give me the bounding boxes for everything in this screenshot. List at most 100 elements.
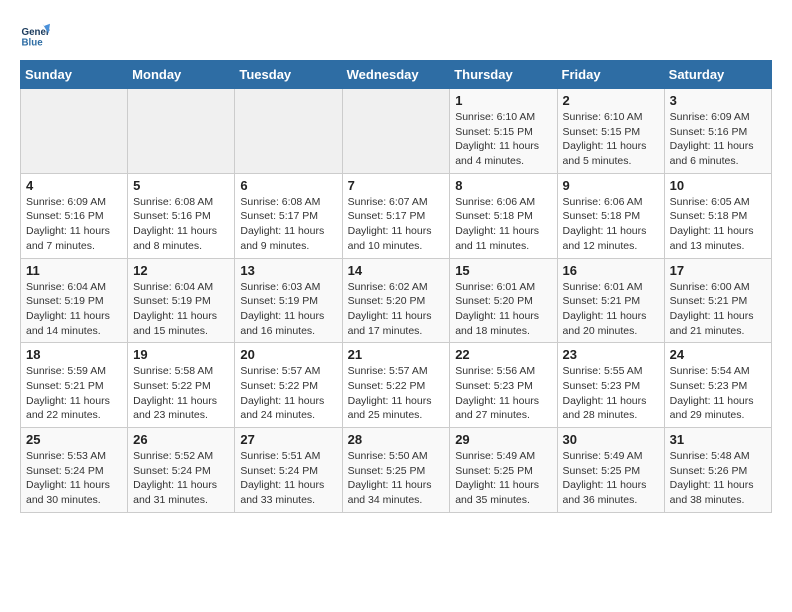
logo: General Blue bbox=[20, 20, 54, 50]
day-detail: Sunrise: 6:04 AM Sunset: 5:19 PM Dayligh… bbox=[133, 280, 229, 339]
day-detail: Sunrise: 5:49 AM Sunset: 5:25 PM Dayligh… bbox=[455, 449, 551, 508]
day-cell: 5Sunrise: 6:08 AM Sunset: 5:16 PM Daylig… bbox=[128, 173, 235, 258]
day-number: 2 bbox=[563, 93, 659, 108]
day-cell: 26 Sunrise: 5:52 AM Sunset: 5:24 PM Dayli… bbox=[128, 428, 235, 513]
day-cell: 10 Sunrise: 6:05 AM Sunset: 5:18 PM Dayli… bbox=[664, 173, 771, 258]
day-number: 9 bbox=[563, 178, 659, 193]
day-number: 25 bbox=[26, 432, 122, 447]
day-detail: Sunrise: 5:54 AM Sunset: 5:23 PM Dayligh… bbox=[670, 364, 766, 423]
day-detail: Sunrise: 5:50 AM Sunset: 5:25 PM Dayligh… bbox=[348, 449, 445, 508]
day-detail: Sunrise: 6:10 AM Sunset: 5:15 PM Dayligh… bbox=[455, 110, 551, 169]
day-detail: Sunrise: 6:03 AM Sunset: 5:19 PM Dayligh… bbox=[240, 280, 336, 339]
day-detail: Sunrise: 6:08 AM Sunset: 5:17 PM Dayligh… bbox=[240, 195, 336, 254]
page-header: General Blue bbox=[20, 20, 772, 50]
day-detail: Sunrise: 6:09 AM Sunset: 5:16 PM Dayligh… bbox=[670, 110, 766, 169]
day-cell: 21Sunrise: 5:57 AM Sunset: 5:22 PM Dayli… bbox=[342, 343, 450, 428]
header-cell-saturday: Saturday bbox=[664, 61, 771, 89]
day-number: 17 bbox=[670, 263, 766, 278]
day-number: 28 bbox=[348, 432, 445, 447]
day-number: 14 bbox=[348, 263, 445, 278]
day-detail: Sunrise: 5:51 AM Sunset: 5:24 PM Dayligh… bbox=[240, 449, 336, 508]
week-row-1: 1 Sunrise: 6:10 AM Sunset: 5:15 PM Daylig… bbox=[21, 89, 772, 174]
day-number: 27 bbox=[240, 432, 336, 447]
day-detail: Sunrise: 5:49 AM Sunset: 5:25 PM Dayligh… bbox=[563, 449, 659, 508]
day-cell: 16 Sunrise: 6:01 AM Sunset: 5:21 PM Dayli… bbox=[557, 258, 664, 343]
day-cell: 17 Sunrise: 6:00 AM Sunset: 5:21 PM Dayli… bbox=[664, 258, 771, 343]
day-number: 29 bbox=[455, 432, 551, 447]
week-row-4: 18 Sunrise: 5:59 AM Sunset: 5:21 PM Dayli… bbox=[21, 343, 772, 428]
header-cell-sunday: Sunday bbox=[21, 61, 128, 89]
day-cell: 3 Sunrise: 6:09 AM Sunset: 5:16 PM Daylig… bbox=[664, 89, 771, 174]
day-cell: 29 Sunrise: 5:49 AM Sunset: 5:25 PM Dayli… bbox=[450, 428, 557, 513]
day-detail: Sunrise: 6:01 AM Sunset: 5:21 PM Dayligh… bbox=[563, 280, 659, 339]
header-cell-tuesday: Tuesday bbox=[235, 61, 342, 89]
day-cell: 6 Sunrise: 6:08 AM Sunset: 5:17 PM Daylig… bbox=[235, 173, 342, 258]
day-detail: Sunrise: 6:06 AM Sunset: 5:18 PM Dayligh… bbox=[455, 195, 551, 254]
day-detail: Sunrise: 5:57 AM Sunset: 5:22 PM Dayligh… bbox=[348, 364, 445, 423]
day-number: 16 bbox=[563, 263, 659, 278]
day-cell bbox=[235, 89, 342, 174]
day-cell: 18 Sunrise: 5:59 AM Sunset: 5:21 PM Dayli… bbox=[21, 343, 128, 428]
day-number: 12 bbox=[133, 263, 229, 278]
day-cell: 4 Sunrise: 6:09 AM Sunset: 5:16 PM Daylig… bbox=[21, 173, 128, 258]
day-cell: 23Sunrise: 5:55 AM Sunset: 5:23 PM Dayli… bbox=[557, 343, 664, 428]
day-detail: Sunrise: 6:10 AM Sunset: 5:15 PM Dayligh… bbox=[563, 110, 659, 169]
day-detail: Sunrise: 5:53 AM Sunset: 5:24 PM Dayligh… bbox=[26, 449, 122, 508]
header-cell-monday: Monday bbox=[128, 61, 235, 89]
day-cell: 22Sunrise: 5:56 AM Sunset: 5:23 PM Dayli… bbox=[450, 343, 557, 428]
header-cell-friday: Friday bbox=[557, 61, 664, 89]
day-number: 7 bbox=[348, 178, 445, 193]
day-cell bbox=[21, 89, 128, 174]
day-cell bbox=[128, 89, 235, 174]
day-number: 18 bbox=[26, 347, 122, 362]
day-number: 31 bbox=[670, 432, 766, 447]
day-cell: 31Sunrise: 5:48 AM Sunset: 5:26 PM Dayli… bbox=[664, 428, 771, 513]
day-number: 20 bbox=[240, 347, 336, 362]
header-cell-thursday: Thursday bbox=[450, 61, 557, 89]
day-detail: Sunrise: 6:01 AM Sunset: 5:20 PM Dayligh… bbox=[455, 280, 551, 339]
day-number: 6 bbox=[240, 178, 336, 193]
header-row: SundayMondayTuesdayWednesdayThursdayFrid… bbox=[21, 61, 772, 89]
day-detail: Sunrise: 5:57 AM Sunset: 5:22 PM Dayligh… bbox=[240, 364, 336, 423]
day-cell: 8Sunrise: 6:06 AM Sunset: 5:18 PM Daylig… bbox=[450, 173, 557, 258]
day-number: 30 bbox=[563, 432, 659, 447]
svg-text:Blue: Blue bbox=[22, 38, 44, 49]
day-number: 15 bbox=[455, 263, 551, 278]
day-cell: 2 Sunrise: 6:10 AM Sunset: 5:15 PM Daylig… bbox=[557, 89, 664, 174]
day-detail: Sunrise: 6:02 AM Sunset: 5:20 PM Dayligh… bbox=[348, 280, 445, 339]
day-cell: 24 Sunrise: 5:54 AM Sunset: 5:23 PM Dayli… bbox=[664, 343, 771, 428]
day-cell: 12 Sunrise: 6:04 AM Sunset: 5:19 PM Dayli… bbox=[128, 258, 235, 343]
header-cell-wednesday: Wednesday bbox=[342, 61, 450, 89]
day-cell: 9Sunrise: 6:06 AM Sunset: 5:18 PM Daylig… bbox=[557, 173, 664, 258]
day-cell: 28 Sunrise: 5:50 AM Sunset: 5:25 PM Dayli… bbox=[342, 428, 450, 513]
day-cell: 15 Sunrise: 6:01 AM Sunset: 5:20 PM Dayli… bbox=[450, 258, 557, 343]
day-detail: Sunrise: 5:52 AM Sunset: 5:24 PM Dayligh… bbox=[133, 449, 229, 508]
day-detail: Sunrise: 6:07 AM Sunset: 5:17 PM Dayligh… bbox=[348, 195, 445, 254]
day-number: 26 bbox=[133, 432, 229, 447]
week-row-5: 25 Sunrise: 5:53 AM Sunset: 5:24 PM Dayli… bbox=[21, 428, 772, 513]
day-detail: Sunrise: 6:00 AM Sunset: 5:21 PM Dayligh… bbox=[670, 280, 766, 339]
day-detail: Sunrise: 6:05 AM Sunset: 5:18 PM Dayligh… bbox=[670, 195, 766, 254]
day-number: 10 bbox=[670, 178, 766, 193]
day-cell: 19Sunrise: 5:58 AM Sunset: 5:22 PM Dayli… bbox=[128, 343, 235, 428]
day-cell: 1 Sunrise: 6:10 AM Sunset: 5:15 PM Daylig… bbox=[450, 89, 557, 174]
day-number: 13 bbox=[240, 263, 336, 278]
day-detail: Sunrise: 5:59 AM Sunset: 5:21 PM Dayligh… bbox=[26, 364, 122, 423]
day-cell: 20 Sunrise: 5:57 AM Sunset: 5:22 PM Dayli… bbox=[235, 343, 342, 428]
day-number: 1 bbox=[455, 93, 551, 108]
day-number: 23 bbox=[563, 347, 659, 362]
day-detail: Sunrise: 5:56 AM Sunset: 5:23 PM Dayligh… bbox=[455, 364, 551, 423]
day-number: 3 bbox=[670, 93, 766, 108]
day-number: 19 bbox=[133, 347, 229, 362]
day-cell: 30 Sunrise: 5:49 AM Sunset: 5:25 PM Dayli… bbox=[557, 428, 664, 513]
logo-icon: General Blue bbox=[20, 20, 50, 50]
day-number: 4 bbox=[26, 178, 122, 193]
calendar-header: SundayMondayTuesdayWednesdayThursdayFrid… bbox=[21, 61, 772, 89]
day-number: 24 bbox=[670, 347, 766, 362]
day-detail: Sunrise: 6:09 AM Sunset: 5:16 PM Dayligh… bbox=[26, 195, 122, 254]
day-number: 11 bbox=[26, 263, 122, 278]
day-cell: 11 Sunrise: 6:04 AM Sunset: 5:19 PM Dayli… bbox=[21, 258, 128, 343]
day-detail: Sunrise: 6:04 AM Sunset: 5:19 PM Dayligh… bbox=[26, 280, 122, 339]
day-detail: Sunrise: 6:08 AM Sunset: 5:16 PM Dayligh… bbox=[133, 195, 229, 254]
calendar-table: SundayMondayTuesdayWednesdayThursdayFrid… bbox=[20, 60, 772, 513]
